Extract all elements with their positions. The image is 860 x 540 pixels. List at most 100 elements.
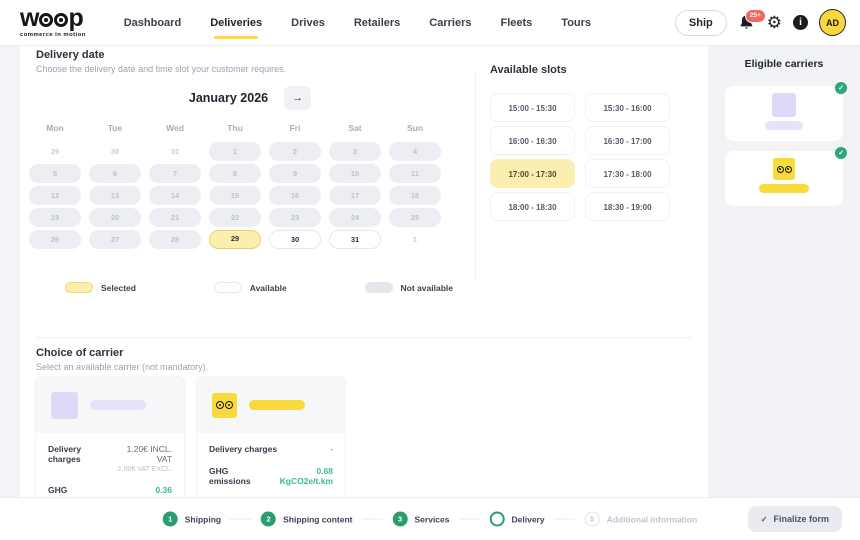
legend-label: Not available — [401, 283, 453, 293]
calendar-day-cell: 19 — [25, 208, 85, 227]
delivery-charges-label: Delivery charges — [48, 444, 112, 464]
nav-item[interactable]: Deliveries — [210, 17, 262, 29]
step-label: Shipping content — [283, 514, 352, 524]
notifications-button[interactable]: 25+ — [738, 14, 756, 32]
page-content: Delivery date Choose the delivery date a… — [0, 46, 860, 497]
calendar-day: 16 — [269, 186, 321, 205]
calendar-day: 9 — [269, 164, 321, 183]
logo-tagline: commerce in motion — [20, 32, 86, 38]
time-slot[interactable]: 18:30 - 19:00 — [585, 192, 670, 221]
stepper-step[interactable]: 3 Services — [393, 512, 490, 527]
nav-item[interactable]: Fleets — [501, 17, 533, 29]
time-slot[interactable]: 15:00 - 15:30 — [490, 93, 575, 122]
step-circle: 4 — [490, 512, 505, 527]
step-label: Delivery — [512, 514, 545, 524]
stepper-step[interactable]: 1 Shipping — [163, 512, 261, 527]
time-slot[interactable]: 15:30 - 16:00 — [585, 93, 670, 122]
calendar: January 2026 Mon Tue Wed Thu Fri Sat Sun — [25, 86, 475, 249]
calendar-day-cell: 17 — [325, 186, 385, 205]
step-label: Services — [415, 514, 450, 524]
eligible-carrier-card[interactable] — [725, 86, 843, 141]
calendar-day-cell: 24 — [325, 208, 385, 227]
logo-letter: p — [68, 7, 82, 30]
calendar-day: 5 — [29, 164, 81, 183]
stepper-step[interactable]: 5 Additional information — [585, 512, 698, 527]
check-icon — [761, 514, 768, 524]
calendar-day-cell: 31 — [145, 142, 205, 161]
nav-item[interactable]: Dashboard — [124, 17, 181, 29]
avatar[interactable]: AD — [819, 9, 846, 36]
woop-oo-icon — [216, 401, 233, 409]
main-nav: Dashboard Deliveries Drives Retailers Ca… — [124, 17, 591, 29]
woop-logo[interactable]: w p commerce in motion — [20, 7, 86, 38]
time-slot[interactable]: 16:00 - 16:30 — [490, 126, 575, 155]
calendar-day: 25 — [389, 208, 441, 227]
calendar-day-cell: 26 — [25, 230, 85, 249]
time-slot[interactable]: 17:30 - 18:00 — [585, 159, 670, 188]
slots-grid: 15:00 - 15:30 15:30 - 16:00 16:00 - 16:3… — [490, 93, 702, 221]
delivery-charges-label: Delivery charges — [209, 444, 277, 454]
legend-label: Selected — [101, 283, 136, 293]
ghg-emissions-value: 0.68 KgCO2e/t.km — [267, 466, 333, 486]
nav-item[interactable]: Retailers — [354, 17, 400, 29]
nav-item[interactable]: Drives — [291, 17, 325, 29]
calendar-day-cell: 25 — [385, 208, 445, 227]
next-month-button[interactable] — [284, 86, 311, 110]
calendar-day: 1 — [209, 142, 261, 161]
weekday-label: Wed — [145, 123, 205, 133]
check-circle-icon — [834, 146, 848, 160]
delivery-date-subtitle: Choose the delivery date and time slot y… — [36, 64, 286, 74]
calendar-day[interactable]: 31 — [329, 230, 381, 249]
nav-item[interactable]: Carriers — [429, 17, 471, 29]
carrier-logo-icon — [773, 158, 795, 180]
time-slot[interactable]: 18:00 - 18:30 — [490, 192, 575, 221]
woop-oo-icon — [777, 166, 792, 173]
calendar-day-cell: 15 — [205, 186, 265, 205]
carrier-info: Delivery charges - GHG emissions 0.68 Kg… — [197, 433, 345, 502]
info-icon[interactable] — [793, 15, 808, 30]
carrier-logo-icon — [212, 393, 237, 418]
stepper-step[interactable]: 4 Delivery — [490, 512, 585, 527]
calendar-day: 7 — [149, 164, 201, 183]
step-connector — [459, 519, 481, 520]
legend-swatch — [214, 282, 242, 293]
carrier-logo-icon — [772, 93, 796, 117]
delivery-form-panel: Delivery date Choose the delivery date a… — [20, 46, 708, 497]
time-slot[interactable]: 16:30 - 17:00 — [585, 126, 670, 155]
calendar-day[interactable]: 29 — [209, 230, 261, 249]
eligible-carriers-sidebar: Eligible carriers — [708, 46, 860, 497]
eligible-carrier-card[interactable] — [725, 151, 843, 206]
step-connector — [362, 519, 384, 520]
calendar-day: 2 — [269, 142, 321, 161]
calendar-day-cell: 4 — [385, 142, 445, 161]
finalize-form-label: Finalize form — [773, 514, 829, 524]
carrier-logo-icon — [51, 392, 78, 419]
finalize-form-button[interactable]: Finalize form — [748, 506, 842, 532]
step-number: 1 — [168, 515, 172, 524]
calendar-day-cell: 12 — [25, 186, 85, 205]
calendar-day: 28 — [149, 230, 201, 249]
step-label: Shipping — [185, 514, 221, 524]
stepper-step[interactable]: 2 Shipping content — [261, 512, 392, 527]
calendar-legend: Selected Available Not available — [65, 282, 453, 293]
step-connector — [554, 519, 576, 520]
notification-badge: 25+ — [745, 9, 766, 23]
calendar-day-cell: 14 — [145, 186, 205, 205]
step-number: 3 — [398, 515, 402, 524]
calendar-day-cell: 30 — [85, 142, 145, 161]
gear-icon[interactable] — [767, 14, 782, 31]
ship-button[interactable]: Ship — [675, 10, 727, 36]
check-circle-icon — [834, 81, 848, 95]
legend-item: Available — [214, 282, 287, 293]
nav-item[interactable]: Tours — [561, 17, 591, 29]
time-slot[interactable]: 17:00 - 17:30 — [490, 159, 575, 188]
calendar-day[interactable]: 30 — [269, 230, 321, 249]
topbar-actions: Ship 25+ AD — [675, 9, 846, 36]
calendar-day-cell: 20 — [85, 208, 145, 227]
step-label: Additional information — [607, 514, 698, 524]
weekday-label: Sat — [325, 123, 385, 133]
weekday-label: Sun — [385, 123, 445, 133]
calendar-day-cell: 29 — [25, 142, 85, 161]
calendar-day-cell: 1 — [205, 142, 265, 161]
calendar-day: 23 — [269, 208, 321, 227]
